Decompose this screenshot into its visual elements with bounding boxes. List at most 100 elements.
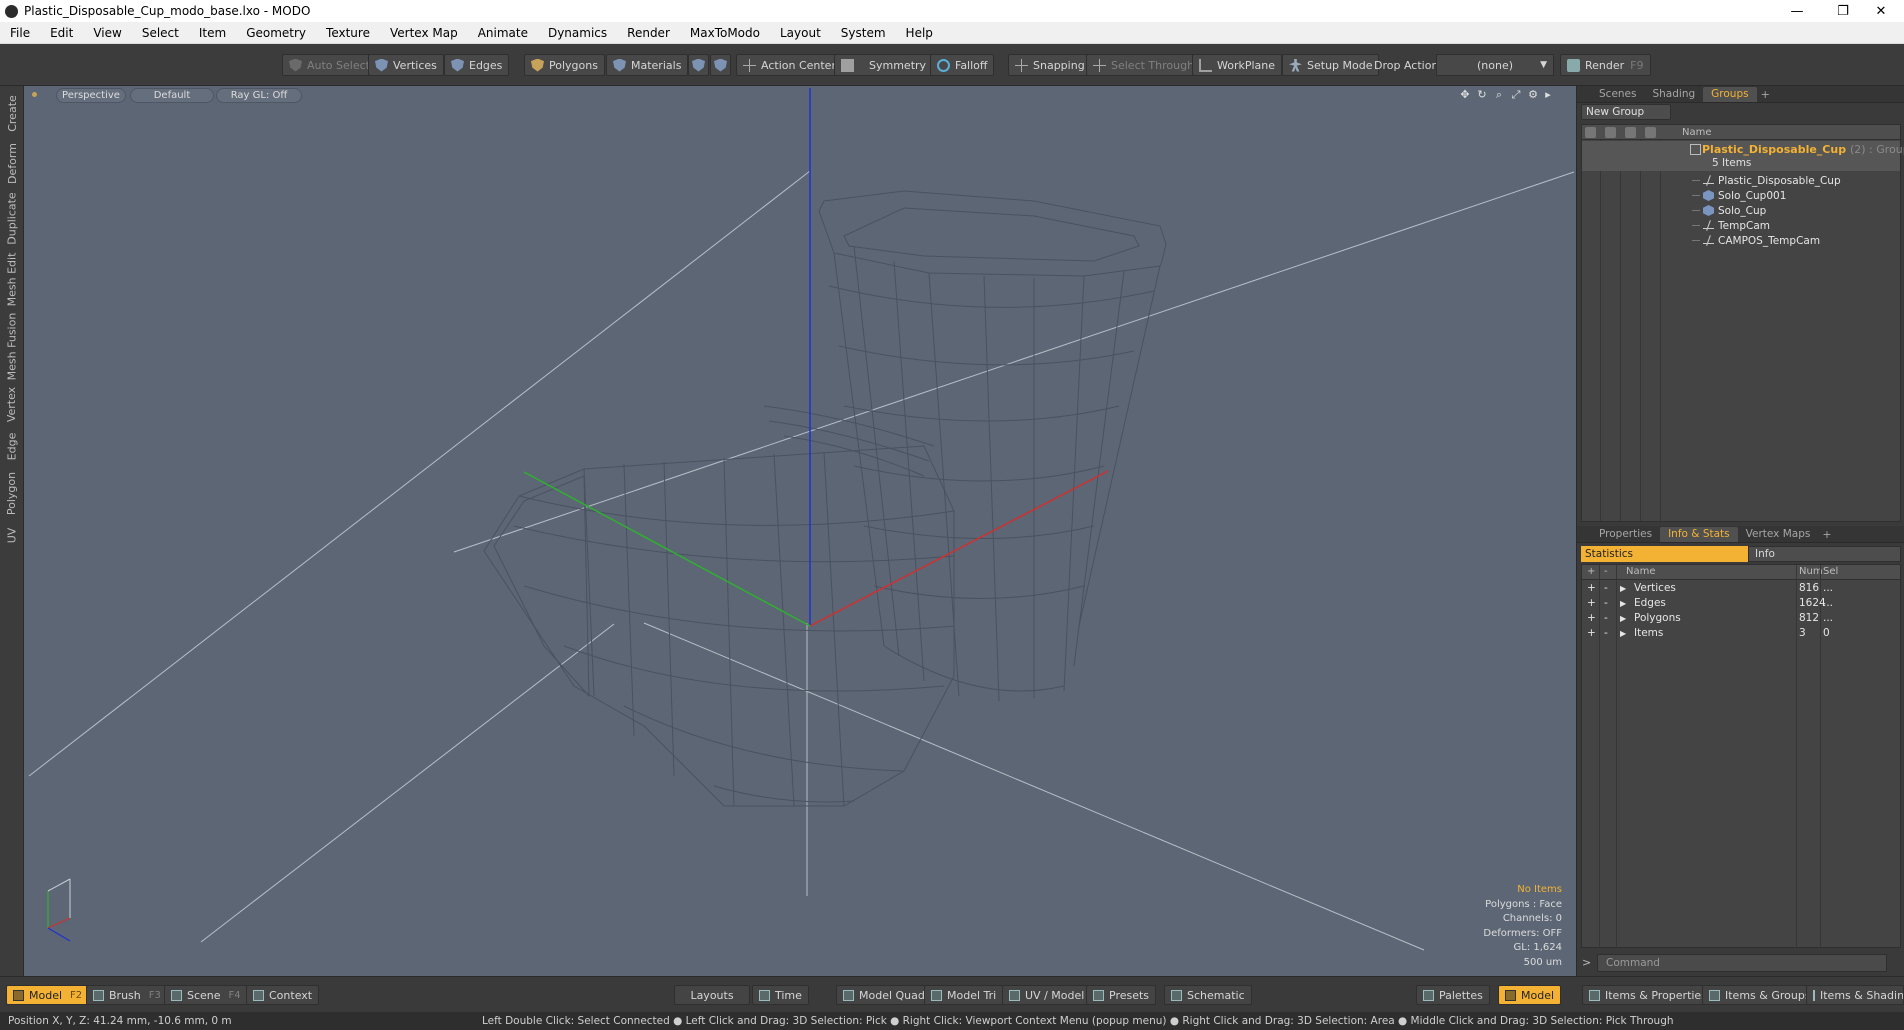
- tab-properties[interactable]: Properties: [1591, 527, 1660, 542]
- menu-edit[interactable]: Edit: [40, 26, 83, 40]
- model-tri-button[interactable]: Model Tri: [924, 985, 1004, 1005]
- add-tab-icon[interactable]: +: [1761, 88, 1770, 101]
- tab-mesh-fusion[interactable]: Mesh Fusion: [3, 312, 21, 380]
- tree-item[interactable]: Solo_Cup: [1692, 203, 1766, 218]
- schematic-button[interactable]: Schematic: [1164, 985, 1252, 1005]
- add-icon[interactable]: +: [1587, 612, 1596, 624]
- drop-action-dropdown[interactable]: (none) ▼: [1436, 54, 1554, 76]
- select-mode-b-button[interactable]: [710, 54, 731, 76]
- fit-icon[interactable]: ⤢: [1509, 88, 1523, 102]
- viewport-settings-icon[interactable]: ⚙: [1526, 88, 1540, 102]
- model-right-button[interactable]: Model: [1498, 985, 1562, 1005]
- remove-icon[interactable]: -: [1604, 612, 1608, 624]
- command-input[interactable]: Command: [1597, 954, 1887, 972]
- workplane-button[interactable]: WorkPlane: [1192, 54, 1283, 76]
- new-group-button[interactable]: New Group: [1581, 104, 1671, 120]
- items-properties-button[interactable]: Items & Properties: [1582, 985, 1714, 1005]
- menu-animate[interactable]: Animate: [468, 26, 538, 40]
- brush-layout-button[interactable]: Brush F3: [86, 985, 168, 1005]
- rotate-icon[interactable]: ↻: [1475, 88, 1489, 102]
- setup-mode-button[interactable]: Setup Mode: [1282, 54, 1380, 76]
- tree-item[interactable]: TempCam: [1692, 218, 1770, 233]
- auto-select-button[interactable]: Auto Select: [282, 54, 377, 76]
- presets-button[interactable]: Presets: [1086, 985, 1157, 1005]
- time-button[interactable]: Time: [752, 985, 809, 1005]
- menu-vertex-map[interactable]: Vertex Map: [380, 26, 468, 40]
- shading-default-dropdown[interactable]: Default: [130, 88, 214, 103]
- add-icon[interactable]: +: [1587, 597, 1596, 609]
- menu-render[interactable]: Render: [617, 26, 680, 40]
- menu-dynamics[interactable]: Dynamics: [538, 26, 617, 40]
- context-button[interactable]: Context: [246, 985, 320, 1005]
- view-perspective-dropdown[interactable]: Perspective: [56, 88, 126, 103]
- tab-deform[interactable]: Deform: [3, 140, 21, 186]
- menu-system[interactable]: System: [831, 26, 896, 40]
- tab-edge[interactable]: Edge: [3, 428, 21, 464]
- tree-item[interactable]: Solo_Cup001: [1692, 188, 1786, 203]
- menu-texture[interactable]: Texture: [316, 26, 380, 40]
- palettes-button[interactable]: Palettes: [1416, 985, 1490, 1005]
- tab-vertex-maps[interactable]: Vertex Maps: [1738, 527, 1819, 542]
- menu-select[interactable]: Select: [132, 26, 189, 40]
- snapping-button[interactable]: Snapping: [1008, 54, 1092, 76]
- viewport-menu-dot[interactable]: [32, 92, 37, 97]
- select-mode-a-button[interactable]: [688, 54, 709, 76]
- select-column-icon[interactable]: [1645, 127, 1656, 138]
- table-row[interactable]: + - ▶ Polygons 812...: [1582, 611, 1900, 626]
- scene-layout-button[interactable]: Scene F4: [164, 985, 248, 1005]
- visibility-column-icon[interactable]: [1585, 127, 1596, 138]
- tab-create[interactable]: Create: [3, 90, 21, 136]
- table-row[interactable]: + - ▶ Items 3 0: [1582, 626, 1900, 641]
- expand-icon[interactable]: ▶: [1620, 629, 1626, 638]
- tab-uv[interactable]: UV: [3, 522, 21, 548]
- remove-icon[interactable]: -: [1604, 582, 1608, 594]
- zoom-icon[interactable]: ⌕: [1492, 88, 1506, 102]
- tab-statistics[interactable]: Statistics: [1581, 546, 1748, 562]
- tree-item[interactable]: CAMPOS_TempCam: [1692, 233, 1820, 248]
- remove-icon[interactable]: -: [1604, 597, 1608, 609]
- items-groups-button[interactable]: Items & Groups: [1702, 985, 1818, 1005]
- menu-view[interactable]: View: [83, 26, 131, 40]
- menu-help[interactable]: Help: [896, 26, 943, 40]
- falloff-button[interactable]: Falloff: [930, 54, 995, 76]
- group-row[interactable]: Plastic_Disposable_Cup (2) : Group 5 Ite…: [1582, 141, 1904, 171]
- tab-info-stats[interactable]: Info & Stats: [1660, 526, 1738, 542]
- layouts-button[interactable]: Layouts: [674, 985, 750, 1005]
- lock-column-icon[interactable]: [1625, 127, 1636, 138]
- table-row[interactable]: + - ▶ Edges 1624...: [1582, 596, 1900, 611]
- tab-groups[interactable]: Groups: [1703, 86, 1757, 102]
- pan-icon[interactable]: ✥: [1458, 88, 1472, 102]
- vertices-button[interactable]: Vertices: [368, 54, 444, 76]
- symmetry-button[interactable]: Symmetry: [834, 54, 934, 76]
- tree-item[interactable]: Plastic_Disposable_Cup: [1692, 173, 1841, 188]
- expand-icon[interactable]: ▶: [1620, 584, 1626, 593]
- tab-duplicate[interactable]: Duplicate: [3, 190, 21, 246]
- action-center-button[interactable]: Action Center: [736, 54, 843, 76]
- menu-layout[interactable]: Layout: [770, 26, 831, 40]
- table-row[interactable]: + - ▶ Vertices 816...: [1582, 581, 1900, 596]
- menu-geometry[interactable]: Geometry: [236, 26, 316, 40]
- close-button[interactable]: ✕: [1858, 0, 1904, 22]
- items-shading-button[interactable]: Items & Shading: [1806, 985, 1904, 1005]
- add-tab-icon[interactable]: +: [1822, 528, 1831, 541]
- materials-button[interactable]: Materials: [606, 54, 689, 76]
- viewport-expand-icon[interactable]: ▸: [1541, 88, 1555, 102]
- uv-model-button[interactable]: UV / Model: [1002, 985, 1092, 1005]
- select-through-button[interactable]: Select Through: [1086, 54, 1202, 76]
- minimize-button[interactable]: —: [1774, 0, 1820, 22]
- model-quad-button[interactable]: Model Quad: [836, 985, 932, 1005]
- expand-icon[interactable]: ▶: [1620, 599, 1626, 608]
- tab-shading[interactable]: Shading: [1644, 87, 1703, 102]
- render-column-icon[interactable]: [1605, 127, 1616, 138]
- menu-maxtomodo[interactable]: MaxToModo: [680, 26, 770, 40]
- remove-icon[interactable]: -: [1604, 627, 1608, 639]
- edges-button[interactable]: Edges: [444, 54, 510, 76]
- add-icon[interactable]: +: [1587, 627, 1596, 639]
- tab-vertex[interactable]: Vertex: [3, 384, 21, 424]
- expand-icon[interactable]: ▶: [1620, 614, 1626, 623]
- menu-item[interactable]: Item: [189, 26, 236, 40]
- raygl-toggle[interactable]: Ray GL: Off: [216, 88, 302, 103]
- add-icon[interactable]: +: [1587, 582, 1596, 594]
- tab-scenes[interactable]: Scenes: [1591, 87, 1644, 102]
- menu-file[interactable]: File: [0, 26, 40, 40]
